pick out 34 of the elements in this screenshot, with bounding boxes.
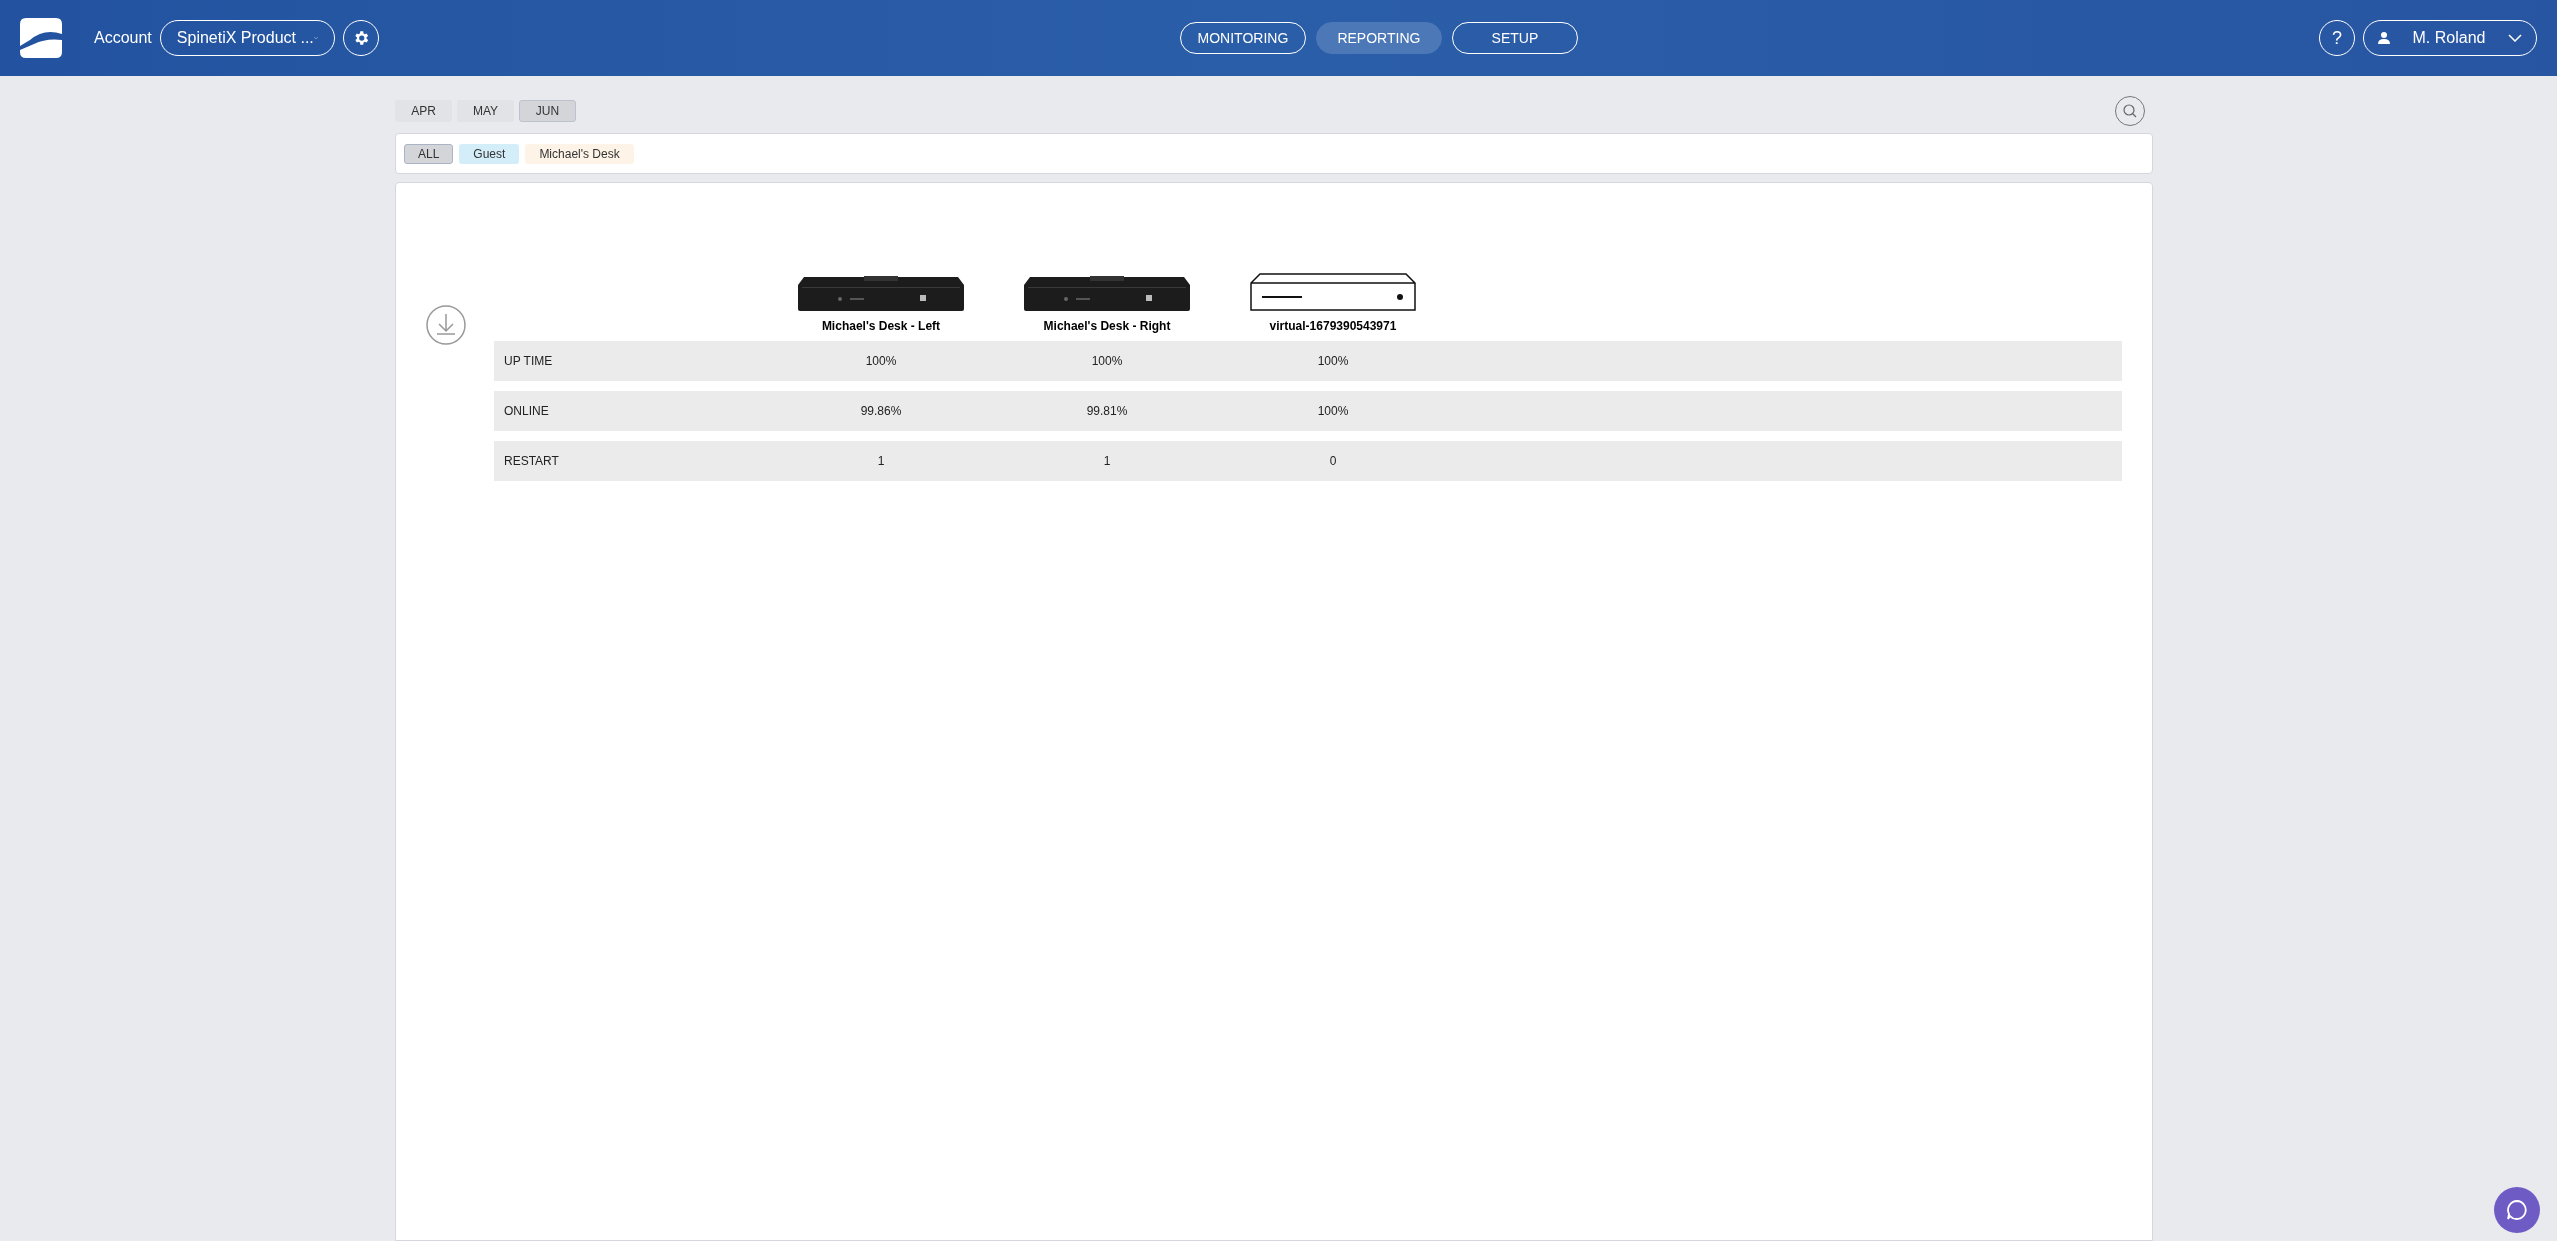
chevron-down-icon [2508,34,2522,42]
logo-icon[interactable] [20,18,62,58]
row-label: ONLINE [503,403,550,420]
month-tab[interactable]: JUN [519,100,576,122]
stat-value: 100% [1316,403,1350,420]
search-icon [2122,103,2138,119]
tag-filter[interactable]: Michael's Desk [525,143,634,164]
stat-value: 1 [876,453,886,470]
month-tab[interactable]: MAY [457,100,514,122]
month-tab[interactable]: APR [395,100,452,122]
chat-icon [2506,1199,2528,1221]
stat-value: 100% [1316,353,1350,370]
stat-value: 100% [1090,353,1124,370]
chat-button[interactable] [2494,1187,2540,1233]
stat-value: 0 [1328,453,1338,470]
stat-value: 99.86% [859,403,903,420]
device-name: virtual-1679390543971 [1269,318,1397,335]
device-name: Michael's Desk - Left [821,318,941,335]
tag-filter[interactable]: Guest [459,143,520,164]
download-icon[interactable] [426,305,466,345]
nav-tab[interactable]: REPORTING [1315,22,1442,54]
server-box-icon [1250,273,1416,311]
media-player-icon [1024,273,1190,311]
media-player-icon [798,273,964,311]
tag-filter[interactable]: ALL [404,143,454,164]
row-label: UP TIME [503,353,554,370]
account-label: Account [94,28,152,48]
user-icon [2378,32,2390,44]
device-name: Michael's Desk - Right [1043,318,1171,335]
stat-value: 99.81% [1085,403,1129,420]
stat-value: 1 [1102,453,1112,470]
stat-value: 100% [864,353,898,370]
row-label: RESTART [503,453,560,470]
chevron-down-icon [313,34,318,42]
